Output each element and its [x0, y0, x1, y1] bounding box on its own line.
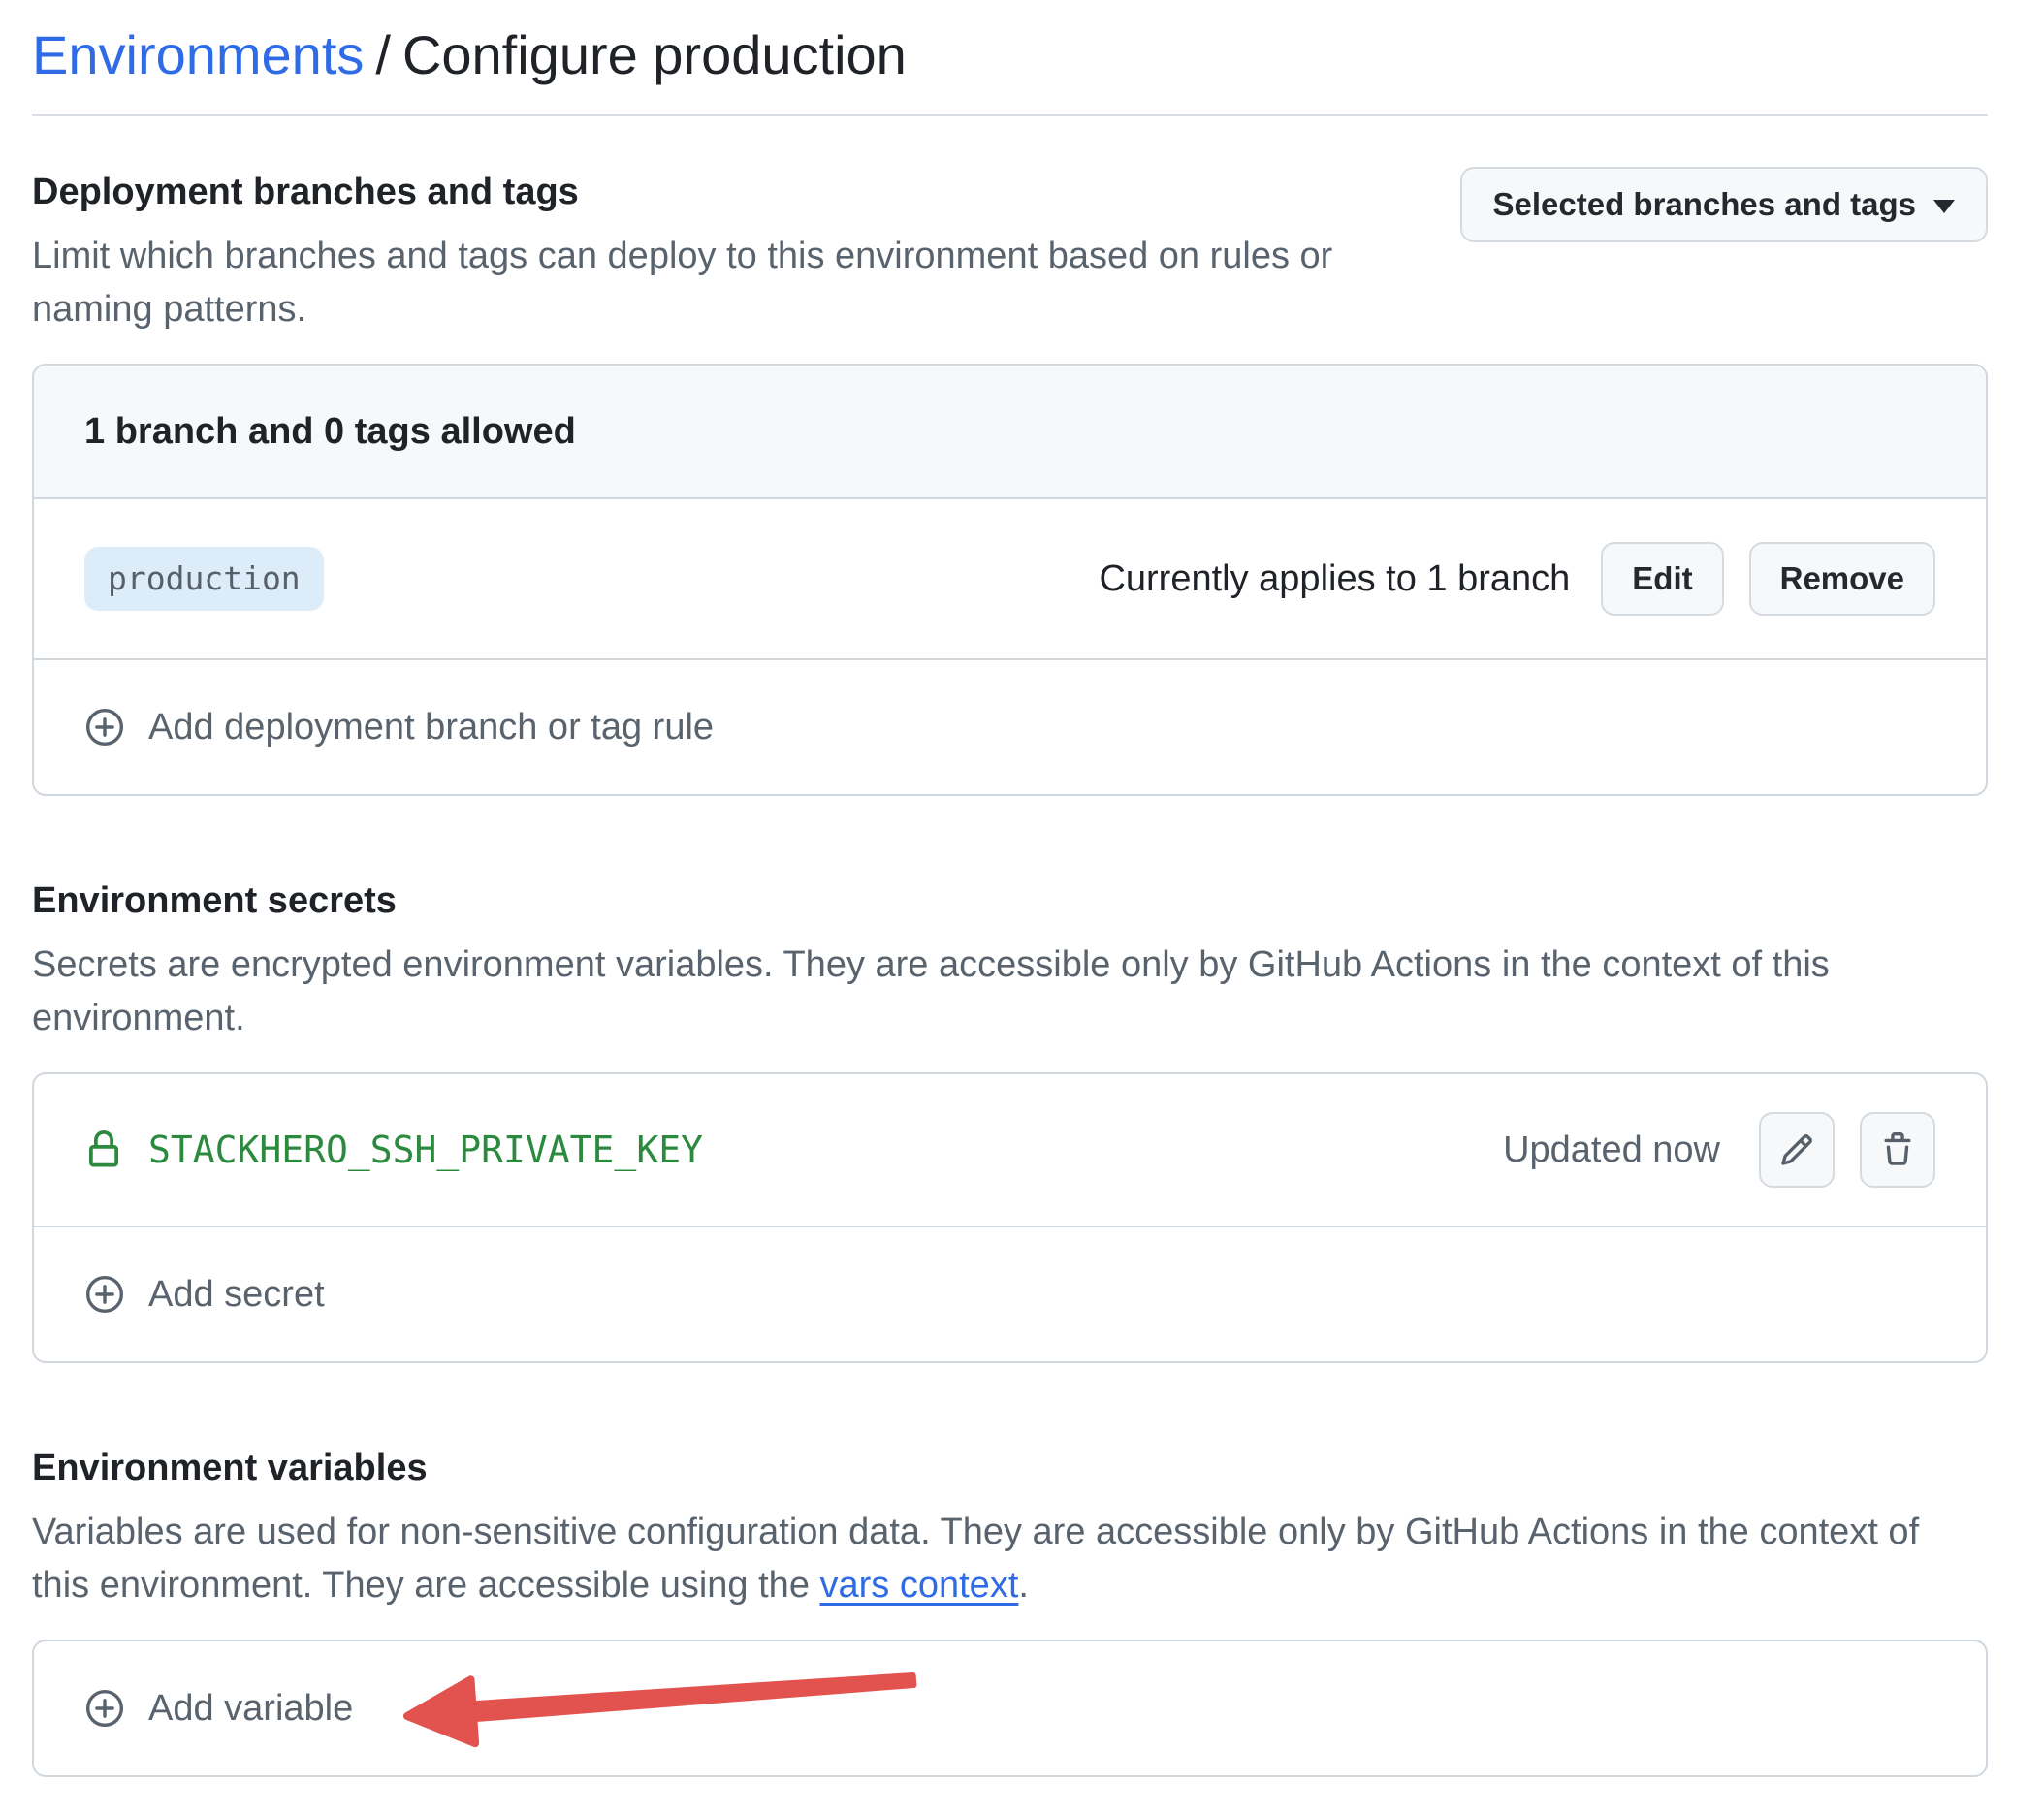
- trash-icon: [1880, 1132, 1915, 1167]
- secrets-heading: Environment secrets: [32, 876, 1988, 926]
- environments-breadcrumb-link[interactable]: Environments: [32, 24, 364, 85]
- remove-rule-button[interactable]: Remove: [1749, 542, 1935, 616]
- secrets-description-line: environment.: [32, 992, 1988, 1045]
- variables-heading: Environment variables: [32, 1443, 1988, 1493]
- lock-icon: [84, 1130, 123, 1169]
- deployment-rules-box-header: 1 branch and 0 tags allowed: [34, 366, 1986, 499]
- vars-context-link[interactable]: vars context: [820, 1565, 1019, 1606]
- add-deployment-rule-button[interactable]: Add deployment branch or tag rule: [34, 660, 1986, 794]
- secret-identity: STACKHERO_SSH_PRIVATE_KEY: [84, 1129, 703, 1171]
- add-secret-button[interactable]: Add secret: [34, 1227, 1986, 1361]
- branch-selector-label: Selected branches and tags: [1493, 186, 1917, 223]
- variables-section-head: Environment variables Variables are used…: [32, 1443, 1988, 1612]
- plus-circle-icon: [84, 1274, 125, 1315]
- delete-secret-button[interactable]: [1860, 1112, 1935, 1188]
- secret-row-actions: Updated now: [1503, 1112, 1935, 1188]
- rule-row-actions: Currently applies to 1 branch Edit Remov…: [1099, 542, 1935, 616]
- plus-circle-icon: [84, 1688, 125, 1729]
- secrets-description-line: Secrets are encrypted environment variab…: [32, 939, 1988, 992]
- deployment-heading: Deployment branches and tags: [32, 167, 1332, 217]
- variables-description: Variables are used for non-sensitive con…: [32, 1506, 1988, 1612]
- variables-description-line: Variables are used for non-sensitive con…: [32, 1506, 1988, 1559]
- deployment-rules-box: 1 branch and 0 tags allowed production C…: [32, 364, 1988, 796]
- variables-description-line: this environment. They are accessible us…: [32, 1559, 1988, 1612]
- breadcrumb-separator: /: [375, 24, 391, 85]
- deployment-section-text: Deployment branches and tags Limit which…: [32, 167, 1332, 336]
- breadcrumb-current: Configure production: [402, 24, 907, 85]
- rule-applies-label: Currently applies to 1 branch: [1099, 558, 1570, 600]
- deployment-section-head: Deployment branches and tags Limit which…: [32, 167, 1988, 336]
- variables-box: Add variable: [32, 1640, 1988, 1777]
- secrets-description: Secrets are encrypted environment variab…: [32, 939, 1988, 1045]
- branch-selector-dropdown[interactable]: Selected branches and tags: [1460, 167, 1989, 242]
- environment-config-page: Environments/Configure production Deploy…: [0, 0, 2044, 1777]
- add-variable-button[interactable]: Add variable: [34, 1641, 1986, 1775]
- secret-row: STACKHERO_SSH_PRIVATE_KEY Updated now: [34, 1074, 1986, 1227]
- edit-secret-button[interactable]: [1759, 1112, 1835, 1188]
- add-secret-label: Add secret: [148, 1276, 325, 1313]
- secrets-box: STACKHERO_SSH_PRIVATE_KEY Updated now: [32, 1072, 1988, 1363]
- secret-name: STACKHERO_SSH_PRIVATE_KEY: [148, 1129, 703, 1171]
- pencil-icon: [1779, 1132, 1814, 1167]
- deployment-description: Limit which branches and tags can deploy…: [32, 230, 1332, 336]
- branch-name-pill: production: [84, 547, 324, 610]
- edit-rule-button[interactable]: Edit: [1601, 542, 1723, 616]
- variables-description-after-link: .: [1018, 1565, 1029, 1606]
- secret-updated-label: Updated now: [1503, 1130, 1720, 1171]
- deployment-rule-row: production Currently applies to 1 branch…: [34, 499, 1986, 660]
- rules-count-label: 1 branch and 0 tags allowed: [84, 411, 576, 453]
- plus-circle-icon: [84, 707, 125, 748]
- deployment-description-line: Limit which branches and tags can deploy…: [32, 230, 1332, 283]
- add-deployment-rule-label: Add deployment branch or tag rule: [148, 709, 714, 746]
- add-variable-label: Add variable: [148, 1690, 353, 1727]
- page-title: Environments/Configure production: [32, 19, 1988, 91]
- secrets-section-head: Environment secrets Secrets are encrypte…: [32, 876, 1988, 1045]
- variables-description-before-link: this environment. They are accessible us…: [32, 1565, 820, 1606]
- caret-down-icon: [1933, 200, 1955, 213]
- deployment-description-line: naming patterns.: [32, 283, 1332, 336]
- title-divider: [32, 114, 1988, 116]
